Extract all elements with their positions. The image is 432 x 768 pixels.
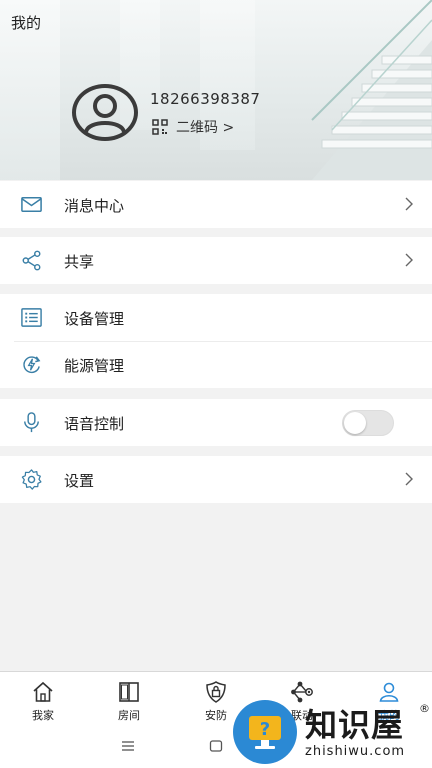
page-title: 我的 <box>11 14 42 32</box>
menu-item-label: 设置 <box>64 472 95 490</box>
monitor-question-icon: ? <box>249 716 281 749</box>
chevron-right-icon <box>405 197 413 211</box>
door-icon <box>119 682 139 702</box>
menu-item-devices[interactable]: 设备管理 <box>0 294 432 341</box>
menu-item-energy[interactable]: 能源管理 <box>0 341 432 388</box>
menu-item-label: 消息中心 <box>64 197 125 215</box>
menu-item-voice: 语音控制 <box>0 399 432 446</box>
toggle-knob <box>344 412 366 434</box>
microphone-icon <box>24 412 39 433</box>
share-icon <box>22 250 41 271</box>
menu-group-share: 共享 <box>0 237 432 284</box>
chevron-right-icon <box>405 472 413 486</box>
watermark-title: 知识屋 <box>305 706 405 744</box>
tab-label: 房间 <box>118 709 140 722</box>
chevron-right-icon <box>405 253 413 267</box>
qr-code-link[interactable]: 二维码 > <box>152 117 234 137</box>
menu-item-settings[interactable]: 设置 <box>0 456 432 503</box>
gear-icon <box>21 469 42 490</box>
tab-rooms[interactable]: 房间 <box>86 672 172 728</box>
user-phone: 18266398387 <box>150 90 261 108</box>
home-button-icon[interactable] <box>209 739 223 753</box>
tab-home[interactable]: 我家 <box>0 672 86 728</box>
menu-group-voice: 语音控制 <box>0 399 432 446</box>
menu-item-label: 能源管理 <box>64 357 125 375</box>
background-stairs <box>311 0 432 180</box>
avatar[interactable] <box>72 84 138 141</box>
qr-code-label: 二维码 > <box>176 120 235 136</box>
menu-item-share[interactable]: 共享 <box>0 237 432 284</box>
menu-item-label: 设备管理 <box>64 310 125 328</box>
menu-group-management: 设备管理 能源管理 <box>0 294 432 388</box>
menu-group-settings: 设置 <box>0 456 432 503</box>
menu-item-label: 语音控制 <box>64 415 125 433</box>
watermark-url: zhishiwu.com <box>305 744 406 759</box>
svg-text:?: ? <box>260 719 270 740</box>
shield-lock-icon <box>206 681 226 703</box>
menu-icon[interactable] <box>121 739 135 753</box>
watermark-logo-icon: ? <box>233 700 297 764</box>
menu-item-label: 共享 <box>64 253 95 271</box>
watermark: ? 知识屋 ® zhishiwu.com <box>233 690 432 768</box>
energy-icon <box>23 356 41 374</box>
voice-control-toggle[interactable] <box>342 410 394 436</box>
home-icon <box>33 681 53 702</box>
device-list-icon <box>21 308 42 327</box>
tab-label: 我家 <box>32 709 54 722</box>
registered-mark: ® <box>419 702 430 715</box>
menu-item-messages[interactable]: 消息中心 <box>0 181 432 228</box>
mail-icon <box>21 197 42 212</box>
qr-code-icon <box>152 119 168 135</box>
profile-header: 我的 18266398387 二维码 > <box>0 0 432 180</box>
user-avatar-icon <box>84 94 126 133</box>
menu-group-messages: 消息中心 <box>0 181 432 228</box>
